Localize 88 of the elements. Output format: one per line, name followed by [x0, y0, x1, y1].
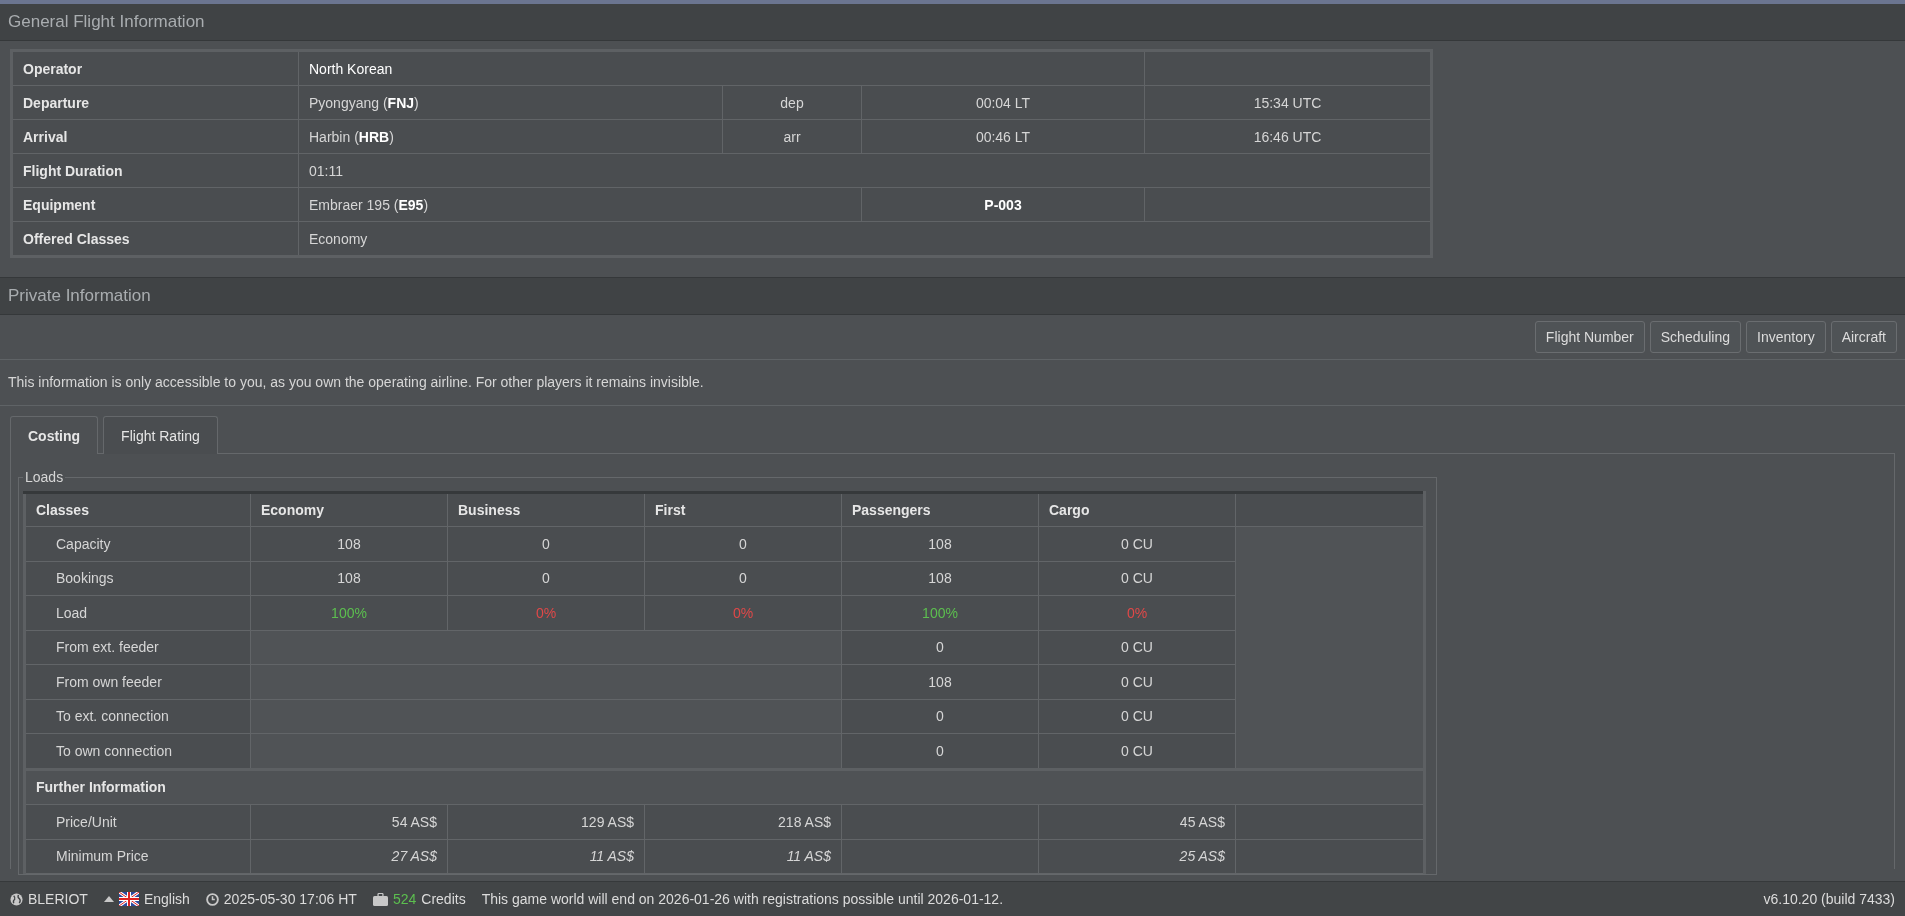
column-header: Classes — [24, 492, 251, 527]
table-cell: 0 — [841, 733, 1039, 769]
globe-icon — [10, 892, 23, 906]
table-cell: 0 — [447, 561, 645, 596]
table-cell: 0 CU — [1038, 630, 1236, 665]
registration-value: P-003 — [861, 187, 1145, 222]
airport-value: Pyongyang (FNJ) — [298, 85, 723, 120]
table-cell: 0 CU — [1038, 561, 1236, 596]
column-header: Business — [447, 492, 645, 527]
price-cell: 25 AS$ — [1038, 839, 1236, 874]
row-label: Flight Duration — [11, 153, 299, 188]
table-cell: 0 — [841, 630, 1039, 665]
nav-button[interactable]: Aircraft — [1830, 321, 1897, 353]
price-cell: 129 AS$ — [447, 804, 645, 839]
table-cell: 0 CU — [1038, 733, 1236, 769]
column-header: Passengers — [841, 492, 1039, 527]
row-label: To ext. connection — [24, 699, 251, 734]
load-percent: 0% — [447, 595, 645, 630]
table-cell: 0 CU — [1038, 526, 1236, 561]
table-cell: 108 — [841, 664, 1039, 699]
credits-label: Credits — [421, 891, 466, 907]
row-label: Capacity — [24, 526, 251, 561]
load-percent: 100% — [841, 595, 1039, 630]
row-label: Minimum Price — [24, 839, 251, 874]
row-label: Bookings — [24, 561, 251, 596]
operator-value: North Korean — [298, 50, 1145, 86]
fieldset-legend: Loads — [23, 469, 66, 485]
row-label: Operator — [11, 50, 299, 86]
column-header: Cargo — [1038, 492, 1236, 527]
row-value: 01:11 — [298, 153, 1432, 188]
table-cell: 0 CU — [1038, 699, 1236, 734]
price-cell: 54 AS$ — [250, 804, 448, 839]
version-text: v6.10.20 (build 7433) — [1763, 891, 1895, 907]
row-label: From ext. feeder — [24, 630, 251, 665]
table-cell: 108 — [250, 561, 448, 596]
credits-amount: 524 — [392, 891, 417, 907]
price-cell: 27 AS$ — [250, 839, 448, 874]
local-time: 00:04 LT — [861, 85, 1145, 120]
row-label: Departure — [11, 85, 299, 120]
world-name: BLERIOT — [28, 891, 88, 907]
direction-value: dep — [722, 85, 862, 120]
table-cell: 108 — [841, 526, 1039, 561]
row-label: Equipment — [11, 187, 299, 222]
clock-icon — [205, 892, 219, 906]
info-text: This information is only accessible to you, as you own the operating airline. For other players it remains invisible. — [0, 360, 1905, 406]
language-link[interactable]: English — [143, 891, 190, 907]
tab[interactable]: Flight Rating — [103, 416, 218, 454]
section-header: General Flight Information — [0, 4, 1905, 41]
world-end-message: This game world will end on 2026-01-26 with registrations possible until 2026-01-12. — [481, 891, 1004, 907]
server-time: 2025-05-30 17:06 HT — [223, 891, 357, 907]
table-cell: 0 — [447, 526, 645, 561]
table-cell: 0 — [644, 526, 842, 561]
price-cell: 45 AS$ — [1038, 804, 1236, 839]
airport-value: Harbin (HRB) — [298, 119, 723, 154]
column-header: Economy — [250, 492, 448, 527]
caret-up-icon[interactable] — [103, 896, 114, 902]
row-label: From own feeder — [24, 664, 251, 699]
column-header: First — [644, 492, 842, 527]
table-cell: 108 — [250, 526, 448, 561]
nav-button[interactable]: Flight Number — [1534, 321, 1645, 353]
row-label: Arrival — [11, 119, 299, 154]
direction-value: arr — [722, 119, 862, 154]
load-percent: 0% — [644, 595, 842, 630]
row-value: Economy — [298, 221, 1432, 257]
section-heading: Further Information — [24, 769, 1425, 805]
local-time: 00:46 LT — [861, 119, 1145, 154]
flag-icon — [118, 892, 139, 906]
nav-button[interactable]: Scheduling — [1649, 321, 1742, 353]
load-percent: 100% — [250, 595, 448, 630]
price-cell: 11 AS$ — [447, 839, 645, 874]
utc-time: 15:34 UTC — [1144, 85, 1432, 120]
price-cell: 218 AS$ — [644, 804, 842, 839]
row-label: Offered Classes — [11, 221, 299, 257]
briefcase-icon — [372, 892, 388, 906]
tab[interactable]: Costing — [10, 416, 99, 454]
table-cell: 108 — [841, 561, 1039, 596]
load-percent: 0% — [1038, 595, 1236, 630]
table-cell: 0 — [644, 561, 842, 596]
row-label: Price/Unit — [24, 804, 251, 839]
row-label: To own connection — [24, 733, 251, 769]
price-cell: 11 AS$ — [644, 839, 842, 874]
table-cell: 0 CU — [1038, 664, 1236, 699]
aircraft-type: Embraer 195 (E95) — [298, 187, 862, 222]
table-cell: 0 — [841, 699, 1039, 734]
utc-time: 16:46 UTC — [1144, 119, 1432, 154]
section-header: Private Information — [0, 278, 1905, 315]
nav-button[interactable]: Inventory — [1746, 321, 1826, 353]
row-label: Load — [24, 595, 251, 630]
